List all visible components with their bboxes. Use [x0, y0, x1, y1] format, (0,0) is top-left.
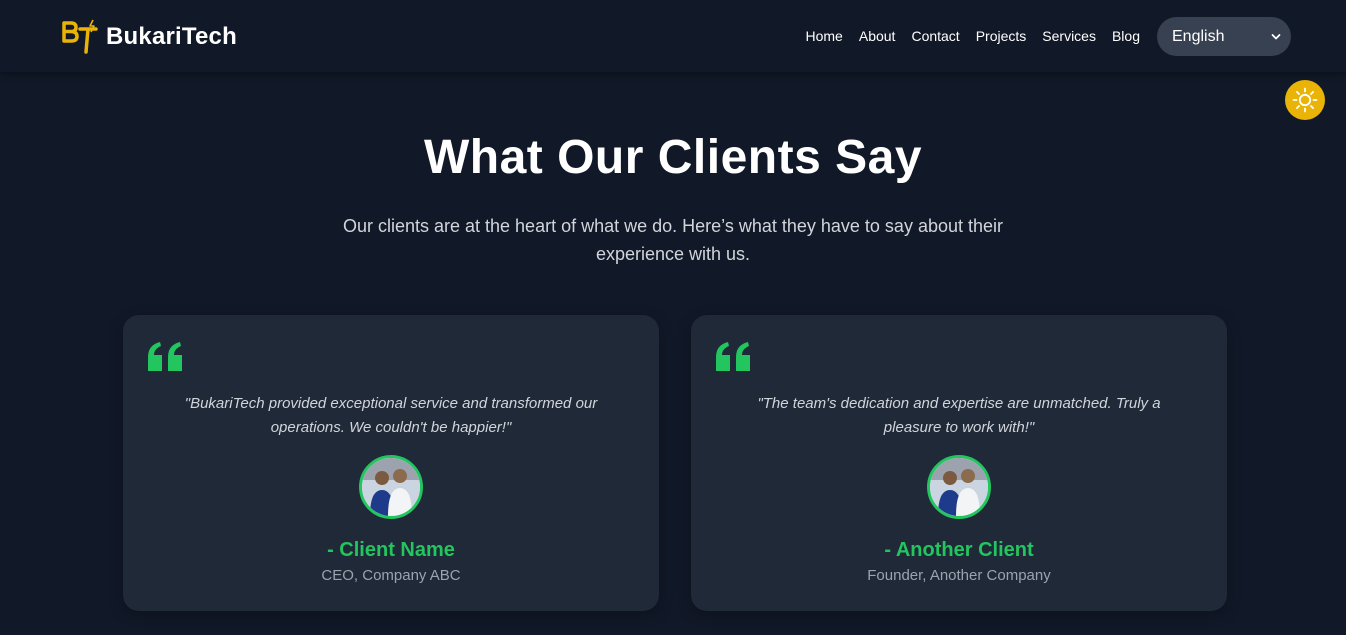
language-selected-value: English [1172, 27, 1225, 45]
sun-icon [1292, 87, 1318, 113]
client-avatar [927, 455, 991, 519]
nav-link-contact[interactable]: Contact [911, 26, 959, 46]
client-avatar [359, 455, 423, 519]
nav-link-services[interactable]: Services [1042, 26, 1096, 46]
chevron-down-icon [1271, 33, 1281, 39]
brand-logo[interactable]: BukariTech [60, 17, 237, 57]
testimonial-quote: "The team's dedication and expertise are… [757, 395, 1161, 436]
client-role: CEO, Company ABC [321, 567, 461, 584]
brand-name: BukariTech [106, 23, 237, 50]
quote-icon [715, 341, 752, 373]
quote-icon [147, 341, 184, 373]
nav-link-about[interactable]: About [859, 26, 896, 46]
client-name: - Client Name [327, 539, 455, 561]
client-role: Founder, Another Company [867, 567, 1051, 584]
logo-mark-icon [62, 19, 98, 54]
nav-links: Home About Contact Projects Services Blo… [806, 26, 1141, 46]
section-title: What Our Clients Say [423, 131, 923, 184]
client-name: - Another Client [884, 539, 1034, 561]
theme-toggle-button[interactable] [1285, 80, 1325, 120]
testimonial-quote: "BukariTech provided exceptional service… [184, 395, 598, 436]
testimonial-card: "BukariTech provided exceptional service… [123, 315, 659, 611]
navbar: BukariTech Home About Contact Projects S… [0, 0, 1346, 72]
nav-link-projects[interactable]: Projects [976, 26, 1027, 46]
nav-link-blog[interactable]: Blog [1112, 26, 1140, 46]
nav-link-home[interactable]: Home [806, 26, 843, 46]
section-subtitle: Our clients are at the heart of what we … [342, 216, 1004, 264]
language-select[interactable]: English [1157, 17, 1291, 56]
testimonial-card: "The team's dedication and expertise are… [691, 315, 1227, 611]
